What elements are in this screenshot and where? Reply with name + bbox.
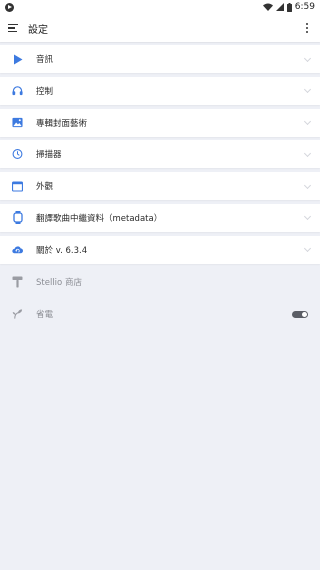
chevron-down-icon	[303, 181, 312, 189]
brush-icon	[12, 276, 23, 288]
timer-icon	[12, 149, 23, 160]
settings-item-label: 外觀	[36, 182, 54, 193]
watch-icon	[12, 211, 23, 225]
leaf-icon	[12, 309, 23, 320]
settings-item-scanner[interactable]: 掃描器	[0, 140, 320, 169]
chevron-down-icon	[303, 213, 312, 221]
settings-item-label: 掃描器	[36, 150, 62, 161]
headphones-icon	[12, 85, 23, 96]
power-saving-toggle[interactable]	[292, 310, 308, 318]
chevron-down-icon	[303, 86, 312, 94]
settings-item-about[interactable]: 關於 v. 6.3.4	[0, 235, 320, 264]
chevron-down-icon	[303, 245, 312, 253]
settings-item-label: 關於 v. 6.3.4	[36, 245, 88, 256]
settings-item-translate-metadata[interactable]: 翻譯歌曲中繼資料（metadata）	[0, 203, 320, 232]
chevron-down-icon	[303, 149, 312, 157]
play-icon	[12, 54, 23, 65]
image-icon	[12, 117, 23, 128]
cloud-refresh-icon	[12, 244, 23, 255]
stellio-store-row[interactable]: Stellio 商店	[0, 268, 320, 297]
more-options-icon[interactable]	[304, 23, 310, 33]
settings-item-label: 翻譯歌曲中繼資料（metadata）	[36, 213, 163, 224]
power-saving-label: 省電	[36, 310, 54, 321]
chevron-down-icon	[303, 118, 312, 126]
battery-icon	[286, 2, 292, 12]
settings-item-label: 控制	[36, 86, 54, 97]
signal-icon	[275, 3, 284, 11]
settings-item-controls[interactable]: 控制	[0, 76, 320, 105]
chevron-down-icon	[303, 54, 312, 62]
settings-item-audio[interactable]: 音訊	[0, 45, 320, 73]
power-saving-row[interactable]: 省電	[0, 300, 320, 329]
settings-item-appearance[interactable]: 外觀	[0, 172, 320, 201]
wifi-icon	[262, 3, 273, 11]
status-time: 6:59	[294, 2, 315, 12]
media-notification-icon	[5, 2, 14, 12]
settings-item-album-art[interactable]: 專輯封面藝術	[0, 108, 320, 137]
app-bar: 設定	[0, 14, 320, 42]
page-title: 設定	[28, 24, 48, 36]
settings-list: 音訊 控制 專輯封面藝術 掃描器 外觀 翻譯歌曲中繼資料（metadata） 關…	[0, 45, 320, 264]
stellio-store-label: Stellio 商店	[36, 278, 82, 289]
settings-item-label: 專輯封面藝術	[36, 118, 88, 129]
menu-icon[interactable]	[8, 24, 18, 32]
status-bar: 6:59	[0, 0, 320, 14]
window-icon	[12, 181, 23, 192]
settings-item-label: 音訊	[36, 55, 54, 65]
